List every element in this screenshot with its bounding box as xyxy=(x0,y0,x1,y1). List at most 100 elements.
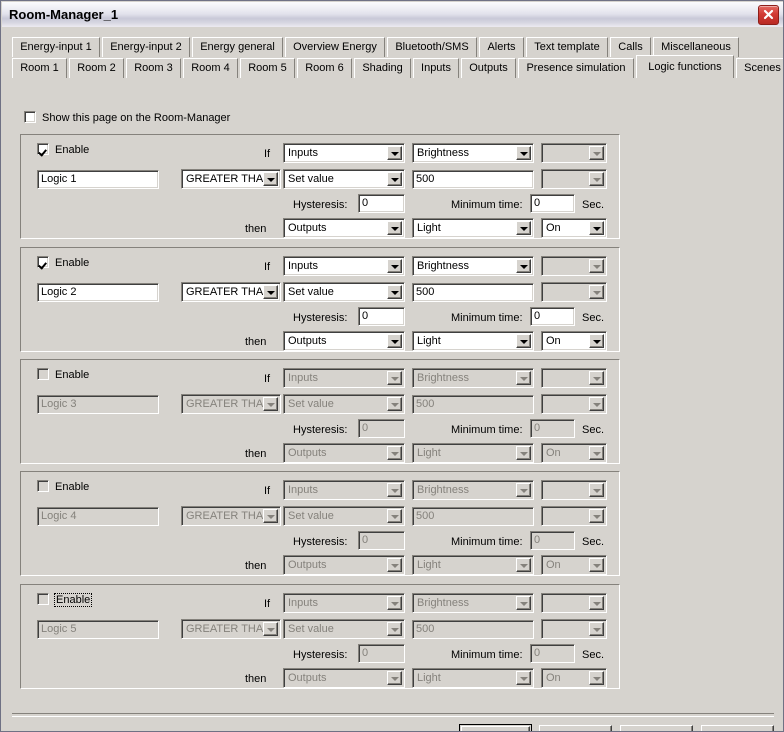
chevron-down-icon[interactable] xyxy=(516,221,531,235)
if-object-combo[interactable]: Brightness xyxy=(412,256,534,276)
enable-checkbox-row-3[interactable]: Enable xyxy=(37,368,89,381)
value-mode-combo-value: Set value xyxy=(288,173,334,185)
if-source-combo-value: Inputs xyxy=(288,372,318,384)
tab-room-5[interactable]: Room 5 xyxy=(240,58,295,78)
enable-checkbox[interactable] xyxy=(37,143,49,155)
tab-energy-input-2[interactable]: Energy-input 2 xyxy=(102,37,190,57)
apply-button[interactable]: Apply xyxy=(620,725,693,731)
chevron-down-icon xyxy=(516,596,531,610)
then-object-combo[interactable]: Light xyxy=(412,331,534,351)
then-state-combo[interactable]: On xyxy=(541,218,607,238)
value-mode-combo[interactable]: Set value xyxy=(283,282,405,302)
tab-label: Room 4 xyxy=(191,62,230,74)
if-object-combo: Brightness xyxy=(412,480,534,500)
value-mode-combo[interactable]: Set value xyxy=(283,169,405,189)
hysteresis-field[interactable]: 0 xyxy=(358,307,405,326)
if-object-combo[interactable]: Brightness xyxy=(412,143,534,163)
enable-checkbox-row-2[interactable]: Enable xyxy=(37,256,89,269)
chevron-down-icon[interactable] xyxy=(263,172,278,186)
show-page-checkbox-row[interactable]: Show this page on the Room-Manager xyxy=(24,111,230,127)
tab-room-4[interactable]: Room 4 xyxy=(183,58,238,78)
enable-label: Enable xyxy=(55,369,90,381)
then-target-combo[interactable]: Outputs xyxy=(283,218,405,238)
then-object-combo[interactable]: Light xyxy=(412,218,534,238)
tab-text-template[interactable]: Text template xyxy=(526,37,608,57)
chevron-down-icon[interactable] xyxy=(387,221,402,235)
if-object-combo-value: Brightness xyxy=(417,147,469,159)
enable-checkbox[interactable] xyxy=(37,368,49,380)
tab-alerts[interactable]: Alerts xyxy=(479,37,524,57)
if-source-combo-value: Inputs xyxy=(288,260,318,272)
tab-presence-simulation[interactable]: Presence simulation xyxy=(518,58,634,78)
seconds-label: Sec. xyxy=(582,536,605,548)
tab-inputs[interactable]: Inputs xyxy=(413,58,459,78)
then-target-combo[interactable]: Outputs xyxy=(283,331,405,351)
tab-logic-functions[interactable]: Logic functions xyxy=(636,55,734,79)
tab-label: Inputs xyxy=(421,62,451,74)
tab-miscellaneous[interactable]: Miscellaneous xyxy=(653,37,739,57)
enable-checkbox[interactable] xyxy=(37,480,49,492)
chevron-down-icon[interactable] xyxy=(387,334,402,348)
ok-button[interactable]: OK xyxy=(459,724,532,731)
tab-strip-underline xyxy=(12,78,774,79)
chevron-down-icon[interactable] xyxy=(516,259,531,273)
chevron-down-icon[interactable] xyxy=(589,221,604,235)
tab-outputs[interactable]: Outputs xyxy=(461,58,516,78)
chevron-down-icon[interactable] xyxy=(589,334,604,348)
tab-energy-general[interactable]: Energy general xyxy=(192,37,283,57)
enable-checkbox[interactable] xyxy=(37,256,49,268)
tab-label: Text template xyxy=(534,41,600,53)
chevron-down-icon xyxy=(589,558,604,572)
hysteresis-field[interactable]: 0 xyxy=(358,194,405,213)
threshold-value-field[interactable]: 500 xyxy=(412,283,534,302)
tab-bluetooth-sms[interactable]: Bluetooth/SMS xyxy=(387,37,477,57)
comparator-combo-value: GREATER THAN xyxy=(186,173,263,185)
logic-name-field: Logic 3 xyxy=(37,395,159,414)
threshold-value-field[interactable]: 500 xyxy=(412,170,534,189)
comparator-combo-value: GREATER THAN xyxy=(186,510,263,522)
logic-name-field[interactable]: Logic 2 xyxy=(37,283,159,302)
tab-calls[interactable]: Calls xyxy=(610,37,651,57)
chevron-down-icon[interactable] xyxy=(387,285,402,299)
chevron-down-icon[interactable] xyxy=(263,285,278,299)
tab-shading[interactable]: Shading xyxy=(354,58,411,78)
chevron-down-icon[interactable] xyxy=(516,146,531,160)
close-icon[interactable] xyxy=(758,5,779,25)
if-source-combo[interactable]: Inputs xyxy=(283,256,405,276)
cancel-button[interactable]: Cancel xyxy=(539,725,612,731)
minimum-time-field[interactable]: 0 xyxy=(530,307,575,326)
if-object-combo: Brightness xyxy=(412,368,534,388)
tab-row-2: Room 1 Room 2 Room 3 Room 4 Room 5 Room 6 Shad… xyxy=(12,55,783,79)
if-source-combo: Inputs xyxy=(283,593,405,613)
tab-label: Room 6 xyxy=(305,62,344,74)
chevron-down-icon xyxy=(589,397,604,411)
if-source-combo[interactable]: Inputs xyxy=(283,143,405,163)
comparator-combo[interactable]: GREATER THAN xyxy=(181,282,281,302)
logic-name-field[interactable]: Logic 1 xyxy=(37,170,159,189)
tab-energy-input-1[interactable]: Energy-input 1 xyxy=(12,37,100,57)
chevron-down-icon[interactable] xyxy=(387,259,402,273)
tab-overview-energy[interactable]: Overview Energy xyxy=(285,37,385,57)
enable-checkbox[interactable] xyxy=(37,593,49,605)
chevron-down-icon xyxy=(387,558,402,572)
tab-room-1[interactable]: Room 1 xyxy=(12,58,67,78)
show-page-checkbox[interactable] xyxy=(24,111,36,123)
minimum-time-field[interactable]: 0 xyxy=(530,194,575,213)
tab-room-3[interactable]: Room 3 xyxy=(126,58,181,78)
minimum-time-label: Minimum time: xyxy=(451,199,523,211)
enable-checkbox-row-4[interactable]: Enable xyxy=(37,480,89,493)
then-state-combo[interactable]: On xyxy=(541,331,607,351)
chevron-down-icon[interactable] xyxy=(387,172,402,186)
tab-scenes[interactable]: Scenes xyxy=(736,58,783,78)
tab-label: Energy-input 1 xyxy=(20,41,92,53)
enable-checkbox-row-1[interactable]: Enable xyxy=(37,143,89,156)
help-button[interactable]: Help xyxy=(701,725,774,731)
comparator-combo[interactable]: GREATER THAN xyxy=(181,169,281,189)
enable-checkbox-row-5[interactable]: Enable xyxy=(37,593,93,607)
tab-room-2[interactable]: Room 2 xyxy=(69,58,124,78)
tab-room-6[interactable]: Room 6 xyxy=(297,58,352,78)
chevron-down-icon[interactable] xyxy=(387,146,402,160)
value-mode-combo-value: Set value xyxy=(288,398,334,410)
chevron-down-icon[interactable] xyxy=(516,334,531,348)
if-object-combo-value: Brightness xyxy=(417,372,469,384)
